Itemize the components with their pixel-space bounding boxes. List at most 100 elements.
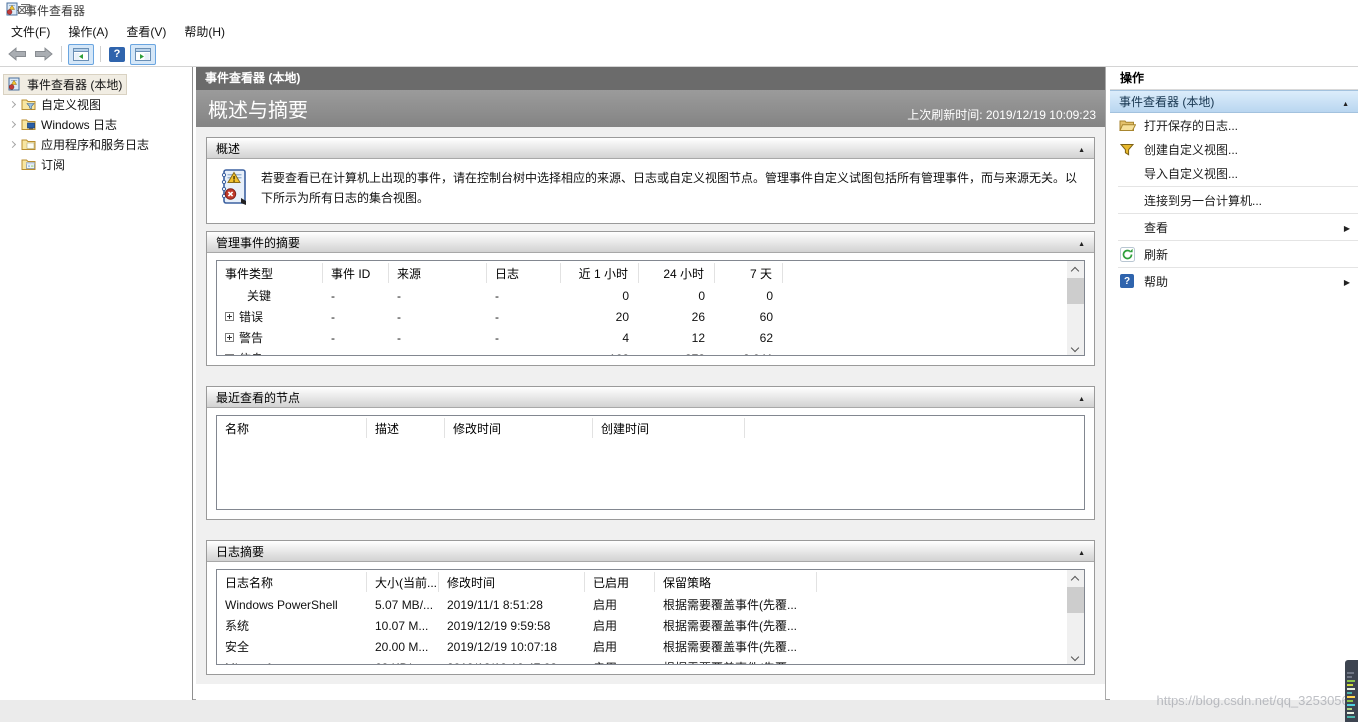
action-view[interactable]: 查看 xyxy=(1110,215,1358,239)
vertical-scrollbar[interactable] xyxy=(1067,570,1084,664)
forward-arrow-icon xyxy=(34,47,53,61)
actions-pane-title: 操作 xyxy=(1110,67,1358,90)
tree-item-custom-views[interactable]: 自定义视图 xyxy=(0,94,192,114)
open-folder-icon xyxy=(1118,119,1136,132)
console-tree-pane: 事件查看器 (本地) 自定义视图 Windows 日志 xyxy=(0,67,193,700)
recent-nodes-section-header[interactable]: 最近查看的节点 xyxy=(207,387,1094,408)
column-header[interactable]: 已启用 xyxy=(585,572,655,592)
column-header[interactable]: 大小(当前... xyxy=(367,572,439,592)
console-tree-icon xyxy=(73,48,89,61)
menu-file[interactable]: 文件(F) xyxy=(2,20,59,43)
close-button[interactable] xyxy=(5,0,39,20)
scrollbar-thumb[interactable] xyxy=(1067,278,1084,304)
action-create-custom-view[interactable]: 创建自定义视图... xyxy=(1110,137,1358,161)
expand-chevron-icon[interactable] xyxy=(4,102,20,107)
screen: 事件查看器 文件(F) 操作(A) 查看(V) 帮助(H) xyxy=(0,0,1358,722)
table-row-clipped[interactable]: Microsoft-... 68 KB/... 2019/12/19 10:47… xyxy=(217,657,1084,665)
back-button[interactable] xyxy=(6,44,29,65)
collapse-arrow-icon[interactable] xyxy=(1078,390,1085,404)
results-pane: 事件查看器 (本地) 概述与摘要 上次刷新时间: 2019/12/19 10:0… xyxy=(196,67,1106,700)
column-header[interactable]: 日志名称 xyxy=(217,572,367,592)
background-window-sliver xyxy=(1345,660,1358,722)
expand-chevron-icon[interactable] xyxy=(4,122,20,127)
scroll-up-icon[interactable] xyxy=(1071,267,1079,275)
expand-chevron-icon[interactable] xyxy=(4,142,20,147)
column-header[interactable]: 名称 xyxy=(217,418,367,438)
overview-section-header[interactable]: 概述 xyxy=(207,138,1094,159)
column-header[interactable]: 修改时间 xyxy=(445,418,593,438)
table-row[interactable]: 安全 20.00 M... 2019/12/19 10:07:18 启用 根据需… xyxy=(217,636,1084,657)
overview-text: 若要查看已在计算机上出现的事件，请在控制台树中选择相应的来源、日志或自定义视图节… xyxy=(261,168,1080,211)
admin-events-body: 事件类型 事件 ID 来源 日志 近 1 小时 24 小时 7 天 关键 - xyxy=(207,253,1094,365)
action-open-saved-log[interactable]: 打开保存的日志... xyxy=(1110,113,1358,137)
scrollbar-thumb[interactable] xyxy=(1067,587,1084,613)
expand-plus-icon[interactable] xyxy=(225,333,234,342)
column-header[interactable]: 保留策略 xyxy=(655,572,817,592)
section-title: 概述 xyxy=(216,140,1078,157)
column-header[interactable]: 事件类型 xyxy=(217,263,323,283)
admin-events-section-header[interactable]: 管理事件的摘要 xyxy=(207,232,1094,253)
column-header[interactable]: 7 天 xyxy=(715,263,783,283)
table-row[interactable]: 系统 10.07 M... 2019/12/19 9:59:58 启用 根据需要… xyxy=(217,615,1084,636)
show-console-tree-button[interactable] xyxy=(68,44,94,65)
column-header[interactable]: 事件 ID xyxy=(323,263,389,283)
tree-item-label: 订阅 xyxy=(41,156,65,173)
windows-logs-folder-icon xyxy=(20,118,36,130)
column-header[interactable]: 24 小时 xyxy=(639,263,715,283)
tree-item-subscriptions[interactable]: 订阅 xyxy=(0,154,192,174)
tree-item-apps-services-logs[interactable]: 应用程序和服务日志 xyxy=(0,134,192,154)
tree-selection: 事件查看器 (本地) xyxy=(3,74,127,95)
action-connect-to-computer[interactable]: 连接到另一台计算机... xyxy=(1110,188,1358,212)
table-header-row: 事件类型 事件 ID 来源 日志 近 1 小时 24 小时 7 天 xyxy=(217,261,1084,285)
menu-view[interactable]: 查看(V) xyxy=(117,20,175,43)
tree-item-windows-logs[interactable]: Windows 日志 xyxy=(0,114,192,134)
tree-item-label: 应用程序和服务日志 xyxy=(41,136,149,153)
collapse-arrow-icon[interactable] xyxy=(1078,544,1085,558)
section-title: 管理事件的摘要 xyxy=(216,234,1078,251)
back-arrow-icon xyxy=(8,47,27,61)
action-refresh[interactable]: 刷新 xyxy=(1110,242,1358,266)
log-summary-section: 日志摘要 日志名称 大小(当前... 修改时间 已启用 保留策略 xyxy=(206,540,1095,675)
table-header-row: 日志名称 大小(当前... 修改时间 已启用 保留策略 xyxy=(217,570,1084,594)
scroll-down-icon[interactable] xyxy=(1071,653,1079,661)
collapse-arrow-icon[interactable] xyxy=(1342,95,1349,109)
scroll-down-icon[interactable] xyxy=(1071,344,1079,352)
table-row[interactable]: 错误 - - - 20 26 60 xyxy=(217,306,1084,327)
results-pane-footer xyxy=(196,684,1105,700)
action-help[interactable]: 帮助 xyxy=(1110,269,1358,293)
action-import-custom-view[interactable]: 导入自定义视图... xyxy=(1110,161,1358,185)
tree-item-event-viewer-root[interactable]: 事件查看器 (本地) xyxy=(0,74,192,94)
table-row[interactable]: 关键 - - - 0 0 0 xyxy=(217,285,1084,306)
overview-section: 概述 若要查看已在计算机上出现的事件，请在控制台树中选择相应的来源、日志或自定义… xyxy=(206,137,1095,224)
log-summary-section-header[interactable]: 日志摘要 xyxy=(207,541,1094,562)
column-header[interactable]: 近 1 小时 xyxy=(561,263,639,283)
expand-plus-icon[interactable] xyxy=(225,312,234,321)
vertical-scrollbar[interactable] xyxy=(1067,261,1084,355)
column-header[interactable]: 描述 xyxy=(367,418,445,438)
expand-plus-icon[interactable] xyxy=(225,354,234,356)
table-header-row: 名称 描述 修改时间 创建时间 xyxy=(217,416,1084,440)
table-row-clipped[interactable]: 信息 - - - 162 373 2,041 xyxy=(217,348,1084,356)
log-summary-table: 日志名称 大小(当前... 修改时间 已启用 保留策略 Windows Powe… xyxy=(216,569,1085,665)
title-bar[interactable]: 事件查看器 xyxy=(0,0,1358,20)
show-action-pane-button[interactable] xyxy=(130,44,156,65)
tree-item-label: Windows 日志 xyxy=(41,116,117,133)
scroll-up-icon[interactable] xyxy=(1071,576,1079,584)
menu-help[interactable]: 帮助(H) xyxy=(175,20,234,43)
subscriptions-icon xyxy=(20,158,36,170)
column-header[interactable]: 修改时间 xyxy=(439,572,585,592)
recent-nodes-section: 最近查看的节点 名称 描述 修改时间 创建时间 xyxy=(206,386,1095,520)
results-pane-header: 事件查看器 (本地) xyxy=(196,67,1105,90)
table-row[interactable]: Windows PowerShell 5.07 MB/... 2019/11/1… xyxy=(217,594,1084,615)
collapse-arrow-icon[interactable] xyxy=(1078,235,1085,249)
column-header[interactable]: 创建时间 xyxy=(593,418,745,438)
actions-group-header[interactable]: 事件查看器 (本地) xyxy=(1110,90,1358,113)
column-header[interactable]: 日志 xyxy=(487,263,561,283)
menu-action[interactable]: 操作(A) xyxy=(59,20,117,43)
table-row[interactable]: 警告 - - - 4 12 62 xyxy=(217,327,1084,348)
collapse-arrow-icon[interactable] xyxy=(1078,141,1085,155)
help-button[interactable] xyxy=(107,44,127,65)
forward-button[interactable] xyxy=(32,44,55,65)
column-header[interactable]: 来源 xyxy=(389,263,487,283)
section-title: 最近查看的节点 xyxy=(216,389,1078,406)
